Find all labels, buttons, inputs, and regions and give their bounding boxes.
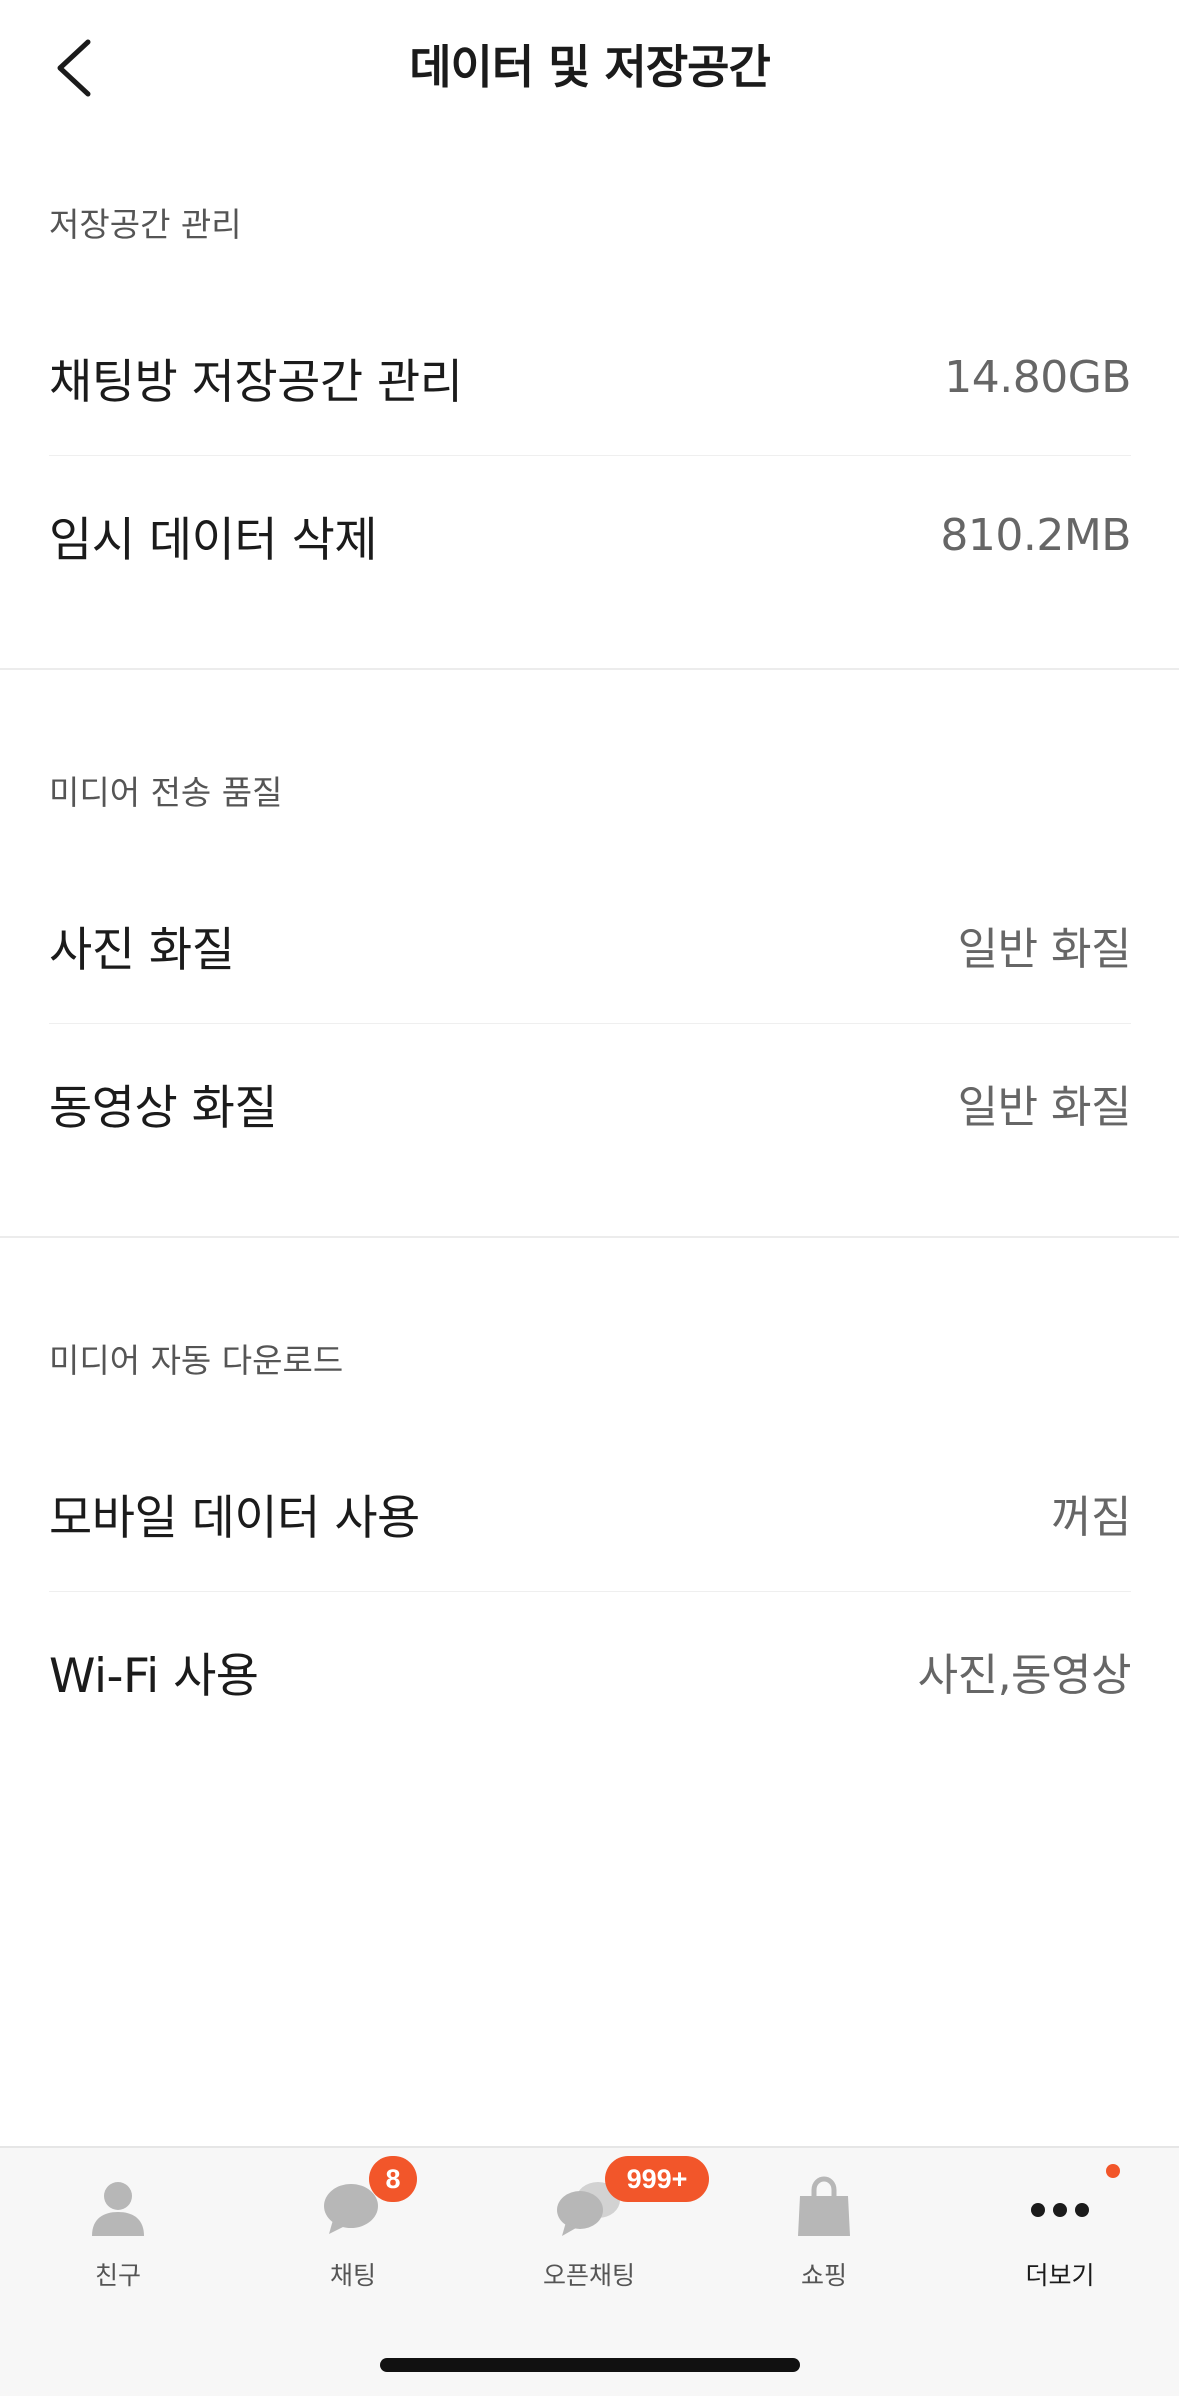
tab-label: 채팅 [329,2261,376,2290]
row-divider [49,1591,1131,1592]
row-value: 일반 화질 [957,924,1132,975]
data-storage-settings-screen: 데이터 및 저장공간 저장공간 관리 채팅방 저장공간 관리 14.80GB 임… [0,0,1179,2396]
header: 데이터 및 저장공간 [0,0,1179,140]
tab-label: 쇼핑 [800,2261,847,2290]
chat-bubble-icon: 8 [313,2156,417,2248]
row-value: 꺼짐 [1051,1492,1131,1543]
row-label: Wi-Fi 사용 [49,1648,259,1704]
row-divider [49,455,1131,456]
section-divider [0,668,1179,670]
tab-shopping[interactable]: 쇼핑 [724,2168,924,2318]
row-photo-quality[interactable]: 사진 화질 일반 화질 [49,880,1132,1010]
section-title-auto-download: 미디어 자동 다운로드 [49,1341,344,1380]
tab-open-chat[interactable]: 999+ 오픈채팅 [489,2156,709,2318]
row-label: 사진 화질 [49,922,235,978]
row-value: 810.2MB [940,509,1131,561]
tab-label: 더보기 [1025,2261,1095,2290]
row-label: 임시 데이터 삭제 [49,512,378,568]
tab-friends[interactable]: 친구 [18,2168,218,2318]
chat-count-badge: 8 [369,2156,417,2202]
open-chat-icon: 999+ [549,2156,709,2248]
tab-label: 친구 [94,2261,141,2290]
section-title-media-quality: 미디어 전송 품질 [49,773,283,812]
row-value: 14.80GB [944,351,1131,403]
tab-chats[interactable]: 8 채팅 [253,2156,453,2318]
person-icon [78,2168,158,2248]
row-mobile-data[interactable]: 모바일 데이터 사용 꺼짐 [49,1448,1131,1578]
row-value: 일반 화질 [957,1082,1132,1133]
more-dots-icon [1020,2164,1120,2248]
open-chat-count-badge: 999+ [605,2156,709,2202]
page-title: 데이터 및 저장공간 [409,40,771,94]
tab-label: 오픈채팅 [542,2261,635,2290]
row-wifi[interactable]: Wi-Fi 사용 사진,동영상 [49,1606,1132,1736]
tab-more[interactable]: 더보기 [960,2164,1160,2318]
section-title-storage: 저장공간 관리 [49,205,242,244]
shopping-bag-icon [784,2168,864,2248]
row-video-quality[interactable]: 동영상 화질 일반 화질 [49,1038,1132,1168]
home-indicator [380,2358,800,2372]
section-divider [0,1236,1179,1238]
row-label: 채팅방 저장공간 관리 [49,354,463,410]
row-value: 사진,동영상 [917,1650,1132,1701]
new-dot-badge [1106,2164,1120,2178]
row-label: 모바일 데이터 사용 [49,1490,420,1546]
row-chat-storage[interactable]: 채팅방 저장공간 관리 14.80GB [49,312,1131,442]
row-divider [49,1023,1131,1024]
row-temp-data[interactable]: 임시 데이터 삭제 810.2MB [49,470,1131,600]
row-label: 동영상 화질 [49,1080,278,1136]
